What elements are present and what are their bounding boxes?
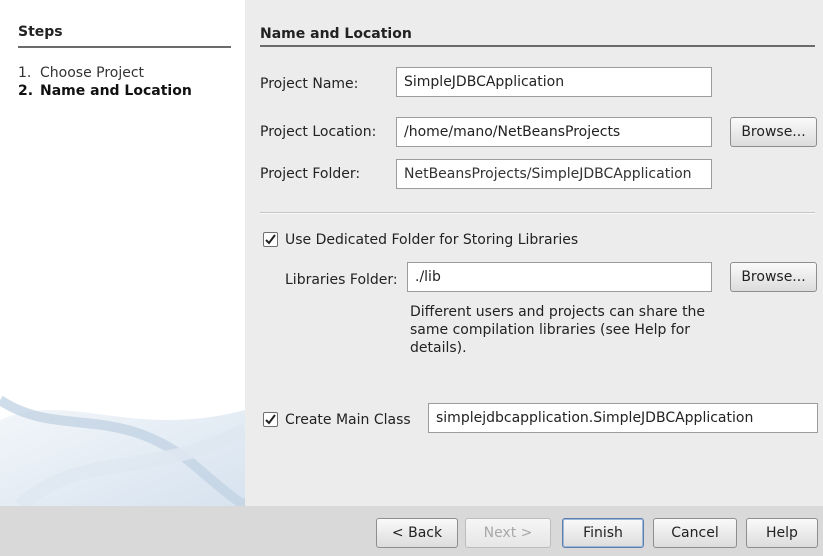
back-button[interactable]: < Back bbox=[376, 518, 458, 548]
dedicated-folder-label: Use Dedicated Folder for Storing Librari… bbox=[285, 232, 579, 248]
dedicated-folder-checkbox[interactable] bbox=[263, 232, 278, 247]
libraries-folder-input[interactable]: ./lib bbox=[407, 262, 712, 292]
section-divider bbox=[260, 212, 815, 214]
page-title-rule bbox=[260, 45, 815, 47]
project-name-label-text: Project Name: bbox=[260, 76, 359, 92]
next-button[interactable]: Next > bbox=[465, 518, 551, 548]
steps-title: Steps bbox=[18, 24, 63, 40]
step-item-name-and-location: 2. Name and Location bbox=[18, 83, 192, 99]
project-name-label: Project Name: bbox=[260, 76, 358, 92]
step-label: Name and Location bbox=[40, 83, 192, 99]
name-and-location-panel: Name and Location Project Name: SimpleJD… bbox=[245, 0, 823, 506]
cancel-button[interactable]: Cancel bbox=[653, 518, 737, 548]
libraries-folder-label: Libraries Folder: bbox=[285, 272, 398, 288]
project-location-browse-button[interactable]: Browse... bbox=[730, 117, 817, 147]
step-label: Choose Project bbox=[40, 65, 145, 81]
project-folder-label: Project Folder: bbox=[260, 166, 361, 182]
steps-sidebar: Steps 1. Choose Project 2. Name and Locati… bbox=[0, 0, 245, 506]
wizard-button-bar: < Back Next > Finish Cancel Help bbox=[0, 506, 823, 556]
steps-title-rule bbox=[18, 46, 231, 48]
libraries-help-note: Different users and projects can share t… bbox=[410, 304, 706, 356]
step-item-choose-project: 1. Choose Project bbox=[18, 65, 144, 81]
main-class-input[interactable]: simplejdbcapplication.SimpleJDBCApplicat… bbox=[428, 403, 818, 433]
project-location-label: Project Location: bbox=[260, 124, 377, 140]
project-name-input[interactable]: SimpleJDBCApplication bbox=[396, 67, 712, 97]
wizard-decoration-graphic bbox=[0, 395, 245, 506]
libraries-folder-browse-button[interactable]: Browse... bbox=[730, 262, 817, 292]
step-number: 2. bbox=[18, 83, 34, 99]
help-button[interactable]: Help bbox=[746, 518, 818, 548]
step-number: 1. bbox=[18, 65, 32, 81]
project-location-input[interactable]: /home/mano/NetBeansProjects bbox=[396, 117, 712, 147]
create-main-class-checkbox[interactable] bbox=[263, 412, 278, 427]
create-main-class-label: Create Main Class bbox=[285, 412, 411, 428]
finish-button[interactable]: Finish bbox=[562, 518, 644, 548]
checkmark-icon bbox=[265, 234, 276, 245]
checkmark-icon bbox=[265, 414, 276, 425]
page-title: Name and Location bbox=[260, 26, 412, 42]
project-folder-input[interactable]: NetBeansProjects/SimpleJDBCApplication bbox=[396, 159, 712, 189]
